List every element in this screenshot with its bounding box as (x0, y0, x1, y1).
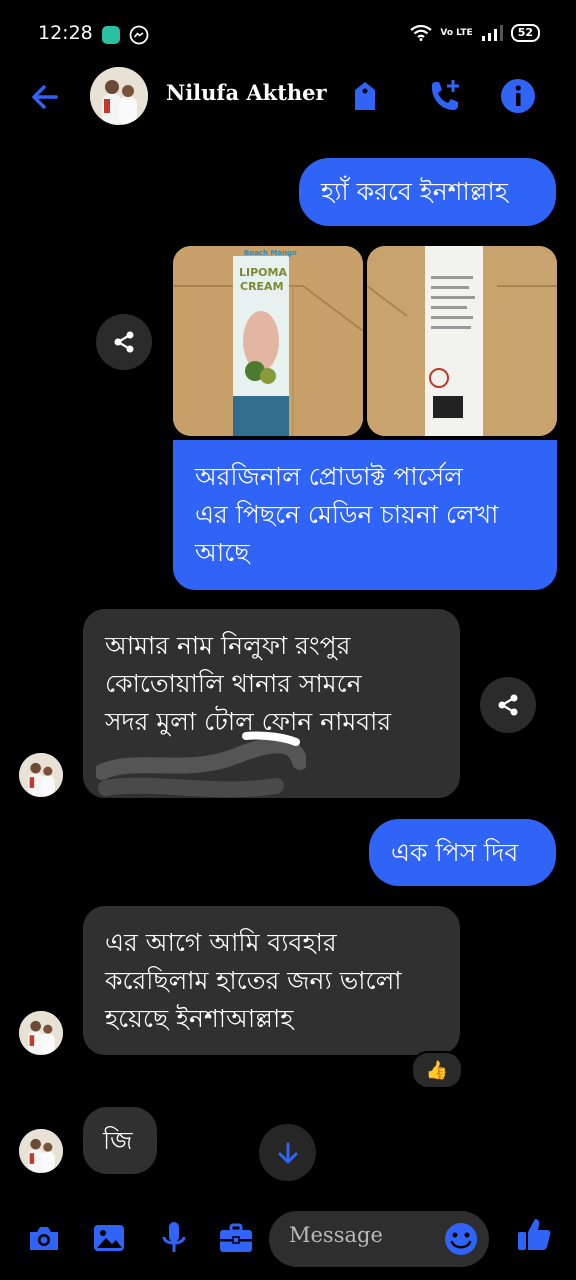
outgoing-message-bubble[interactable]: হ্যাঁ করবে ইনশাল্লাহ (299, 158, 556, 226)
share-button[interactable] (480, 677, 536, 733)
status-indicators: Vo LTE 52 (410, 24, 540, 42)
message-text-line: করেছিলাম হাতের জন্য ভালো (105, 966, 402, 995)
sender-avatar[interactable] (19, 753, 63, 797)
briefcase-icon[interactable] (216, 1218, 256, 1258)
gallery-icon[interactable] (89, 1218, 129, 1258)
message-placeholder: Message (289, 1223, 383, 1247)
camera-icon[interactable] (24, 1218, 64, 1258)
message-text-line: এর আগে আমি ব্যবহার (105, 928, 337, 957)
message-text-line: আমার নাম নিলুফা রংপুর (105, 631, 351, 660)
message-text-line: এর পিছনে মেডিন চায়না লেখা (195, 500, 499, 529)
chat-app-icon (102, 26, 120, 44)
arrow-down-icon (278, 1142, 297, 1163)
share-button[interactable] (96, 314, 152, 370)
emoji-icon[interactable] (441, 1219, 481, 1259)
wifi-icon (410, 25, 433, 41)
add-call-icon[interactable] (424, 76, 464, 116)
photo-attachment[interactable] (367, 246, 557, 436)
incoming-message-bubble[interactable]: এর আগে আমি ব্যবহার করেছিলাম হাতের জন্য ভ… (83, 906, 460, 1055)
product-name-line1: LIPOMA (239, 266, 287, 279)
contact-avatar[interactable] (90, 67, 148, 125)
scroll-to-bottom-button[interactable] (259, 1124, 316, 1181)
thumbs-up-reaction-icon: 👍 (425, 1059, 449, 1081)
message-text-line: অরজিনাল প্রোডাক্ট পার্সেল (195, 462, 463, 491)
outgoing-message-bubble[interactable]: অরজিনাল প্রোডাক্ট পার্সেল এর পিছনে মেডিন… (173, 440, 557, 590)
status-time: 12:28 (38, 22, 93, 44)
info-icon[interactable] (498, 76, 538, 116)
share-icon (498, 694, 518, 716)
redaction-scribble (96, 731, 306, 798)
thumbs-up-icon[interactable] (514, 1214, 554, 1254)
contact-name[interactable]: Nilufa Akther (166, 80, 327, 105)
microphone-icon[interactable] (154, 1218, 194, 1258)
message-text-line: কোতোয়ালি থানার সামনে (105, 669, 362, 698)
back-arrow-icon[interactable] (26, 78, 64, 116)
signal-icon (481, 25, 503, 41)
tag-icon[interactable] (345, 76, 385, 116)
reaction-badge[interactable]: 👍 (411, 1051, 463, 1089)
message-text-line: হয়েছে ইনশাআল্লাহ (105, 1004, 294, 1033)
product-name-line2: CREAM (240, 280, 284, 293)
battery-indicator: 52 (510, 24, 540, 42)
message-text-line: আছে (195, 538, 250, 567)
message-text: হ্যাঁ করবে ইনশাল্লাহ (321, 177, 508, 206)
messenger-icon (129, 25, 149, 45)
volte-label: Vo LTE (440, 27, 473, 38)
photo-attachment[interactable]: Beach Mango LIPOMA CREAM (173, 246, 363, 436)
incoming-message-bubble[interactable]: জি (83, 1107, 157, 1174)
message-text: এক পিস দিব (391, 838, 519, 867)
sender-avatar[interactable] (19, 1011, 63, 1055)
outgoing-message-bubble[interactable]: এক পিস দিব (369, 819, 556, 886)
share-icon (114, 331, 134, 353)
message-text: জি (103, 1126, 133, 1155)
sender-avatar[interactable] (19, 1129, 63, 1173)
product-brand: Beach Mango (244, 249, 297, 257)
